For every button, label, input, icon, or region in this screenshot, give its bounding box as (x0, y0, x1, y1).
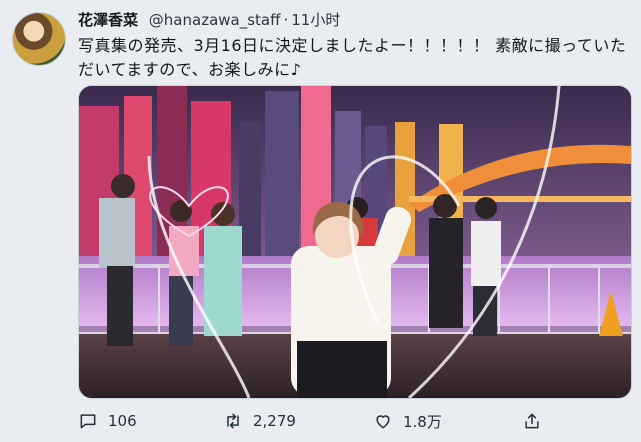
separator-dot: · (283, 11, 289, 29)
tweet-card[interactable]: 花澤香菜 @hanazawa_staff · 11小时 写真集の発売、3月16日に決… (0, 0, 641, 442)
timestamp[interactable]: 11小时 (291, 11, 340, 29)
like-button[interactable]: 1.8万 (373, 408, 442, 434)
tweet-text: 写真集の発売、3月16日に決定しましたよー！！！！！ 素敵に撮っていただいてます… (78, 36, 627, 79)
share-upload-icon (525, 413, 539, 429)
heart-icon (376, 415, 390, 429)
avatar[interactable] (12, 12, 66, 66)
tweet-photo[interactable] (78, 85, 632, 399)
reply-count: 106 (108, 412, 137, 430)
retweet-count: 2,279 (253, 412, 296, 430)
display-name[interactable]: 花澤香菜 (78, 11, 138, 29)
retweet-arrows-icon (227, 413, 239, 429)
like-count: 1.8万 (403, 412, 442, 431)
retweet-button[interactable]: 2,279 (223, 408, 296, 434)
speech-bubble-icon (80, 414, 96, 429)
user-handle[interactable]: @hanazawa_staff (149, 11, 281, 29)
photo-image (79, 86, 631, 398)
reply-button[interactable]: 106 (78, 408, 137, 434)
share-button[interactable] (522, 408, 542, 434)
tweet-header: 花澤香菜 @hanazawa_staff · 11小时 (78, 10, 340, 30)
tweet-actions: 106 2,279 1.8万 (78, 408, 618, 434)
